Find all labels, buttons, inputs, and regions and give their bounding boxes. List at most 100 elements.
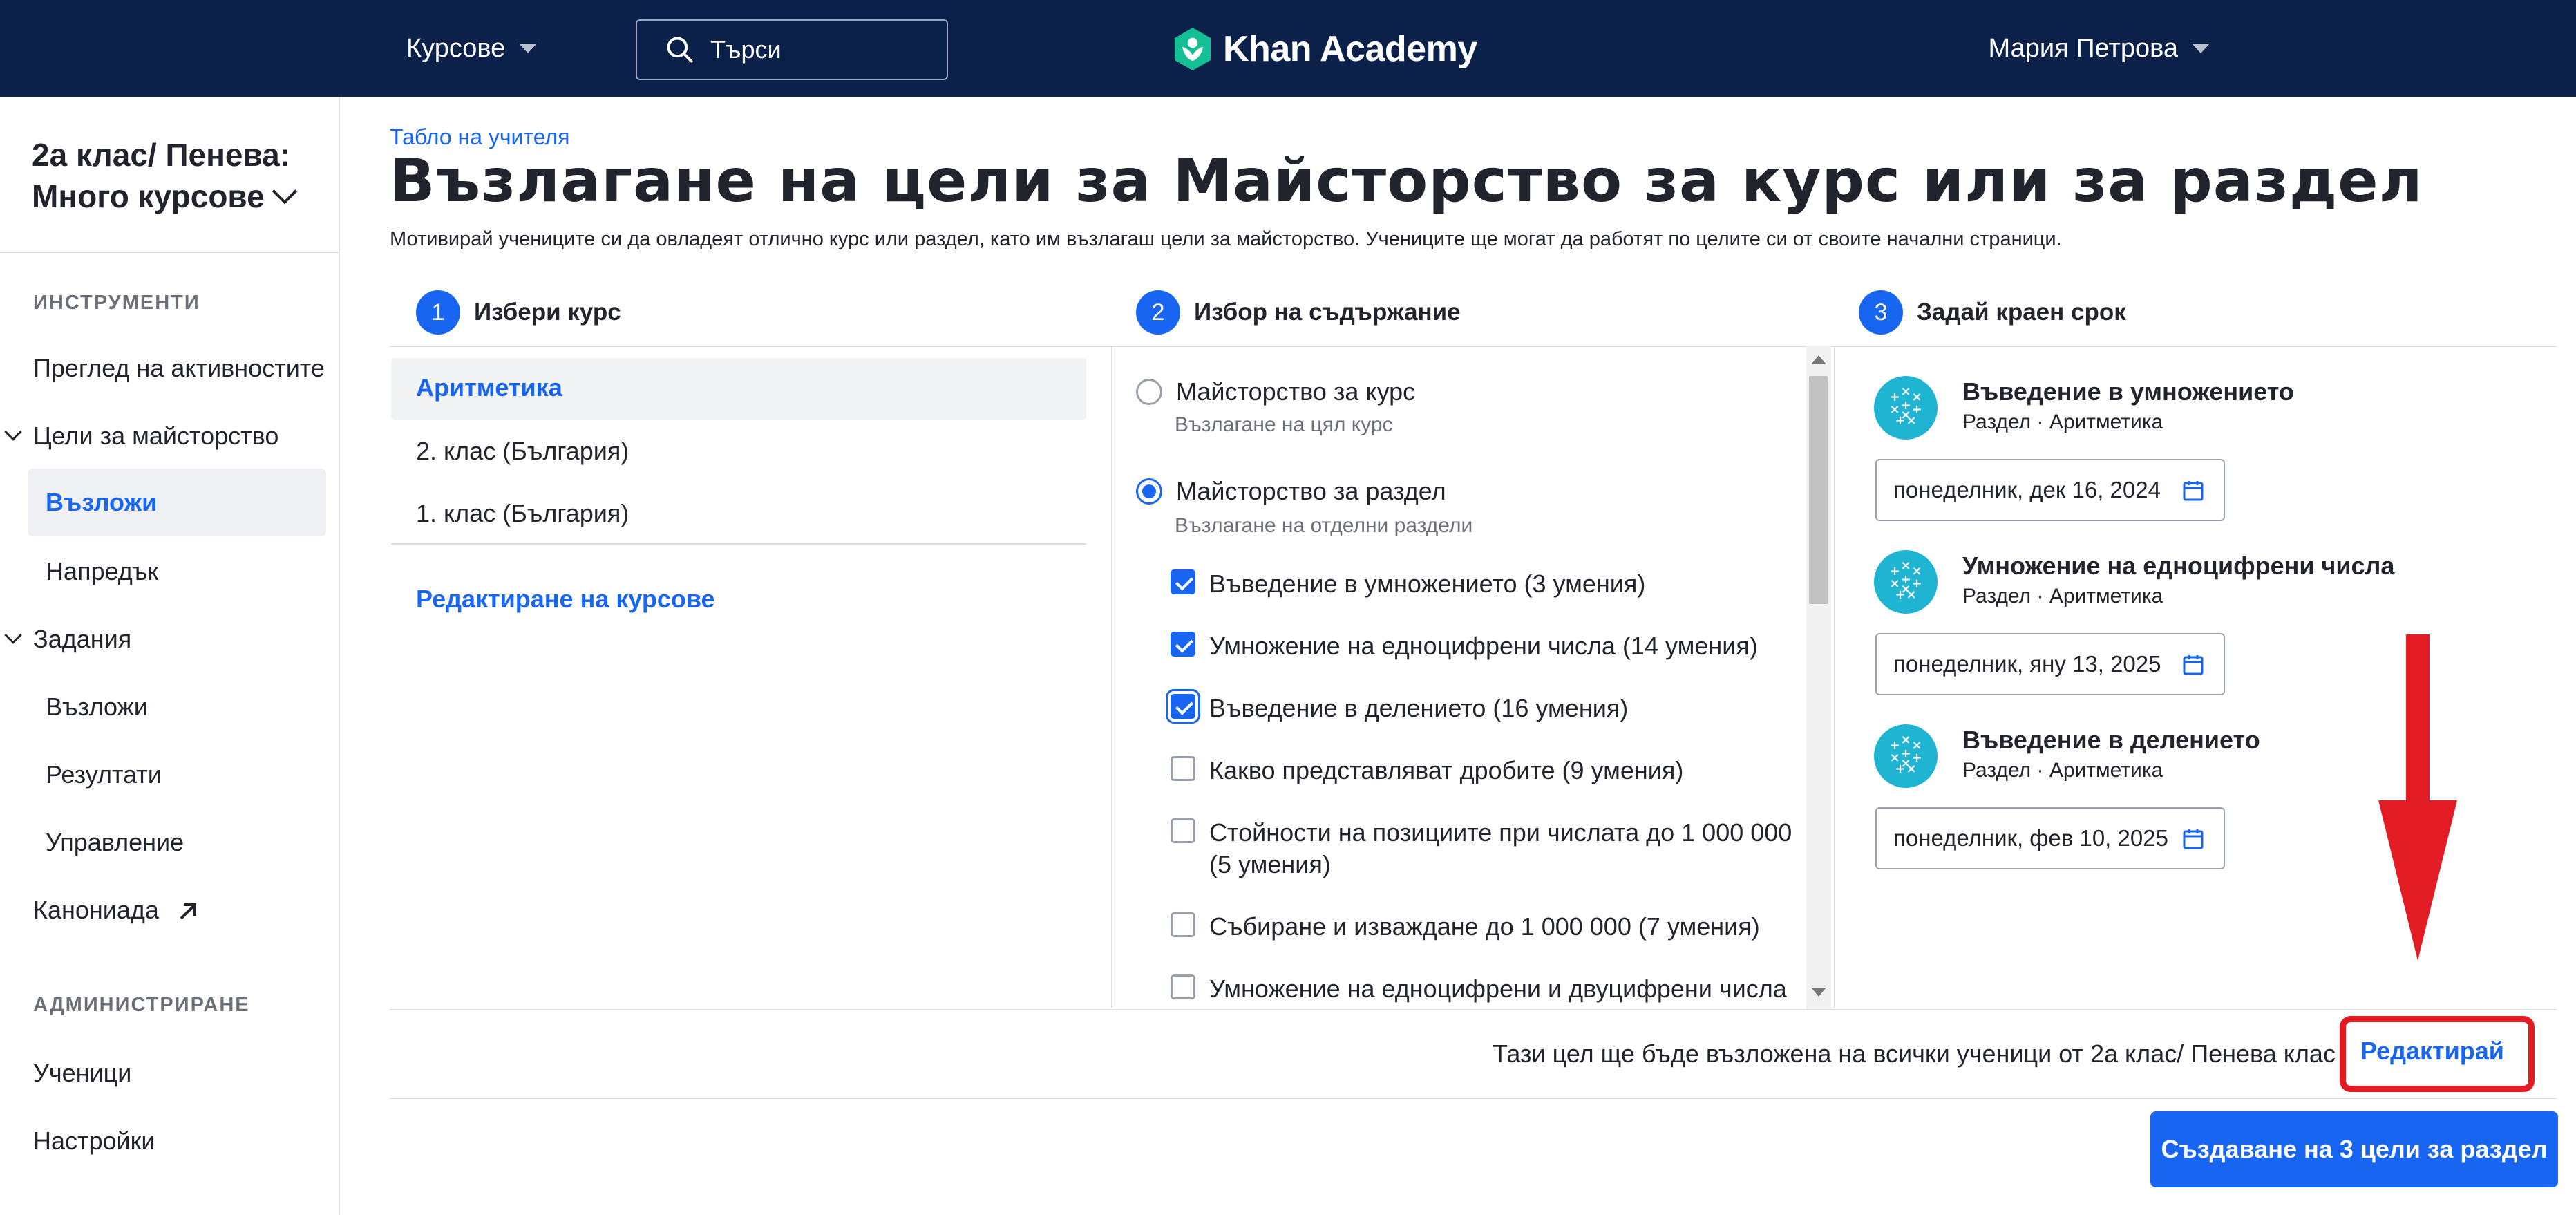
- calendar-icon: [2183, 655, 2204, 675]
- external-link-icon: [180, 903, 196, 920]
- search-placeholder: Търси: [710, 35, 782, 64]
- unit-checkbox-row[interactable]: Въведение в умножението (3 умения): [1171, 568, 1803, 600]
- unit-label: Стойности на позициите при числата до 1 …: [1209, 818, 1792, 878]
- checkbox[interactable]: [1171, 818, 1195, 843]
- page-title: Възлагане на цели за Майсторство за курс…: [390, 147, 2423, 216]
- unit-checkbox-row[interactable]: Какво представляват дробите (9 умения): [1171, 755, 1803, 787]
- goal-subtitle: Раздел · Аритметика: [1962, 759, 2163, 782]
- calendar-icon: [2183, 829, 2204, 849]
- step-3-header: 3 Задай краен срок: [1859, 290, 2126, 335]
- sidebar-group-mastery-goals[interactable]: Цели за майсторство: [4, 422, 279, 451]
- radio-unit-mastery[interactable]: Майсторство за раздел: [1136, 477, 1446, 506]
- sidebar-item-assignments-assign[interactable]: Възложи: [46, 693, 148, 722]
- course-option-grade1[interactable]: 1. клас (България): [416, 499, 629, 528]
- due-date-value: понеделник, фев 10, 2025: [1893, 825, 2168, 851]
- unit-checkbox-row[interactable]: Събиране и изваждане до 1 000 000 (7 уме…: [1171, 911, 1803, 943]
- chevron-down-icon: [272, 178, 298, 205]
- sidebar-item-students[interactable]: Ученици: [33, 1059, 131, 1088]
- step-number: 3: [1859, 290, 1903, 335]
- unit-label: Събиране и изваждане до 1 000 000 (7 уме…: [1209, 912, 1760, 941]
- sidebar-item-assignments-results[interactable]: Резултати: [46, 760, 162, 789]
- svg-text:×: ×: [1900, 558, 1911, 573]
- unit-checkbox-row[interactable]: Умножение на едноцифрени и двуцифрени чи…: [1171, 973, 1803, 1009]
- red-arrow-annotation-icon: [2378, 634, 2457, 961]
- step-label: Избор на съдържание: [1194, 299, 1461, 326]
- column-divider: [1111, 346, 1112, 1008]
- sidebar: 2а клас/ Пенева: Много курсове ИНСТРУМЕН…: [0, 97, 340, 1215]
- sidebar-group-assignments[interactable]: Задания: [4, 625, 132, 654]
- sidebar-item-mastery-assign[interactable]: Възложи: [46, 488, 157, 517]
- search-icon: [667, 37, 693, 63]
- radio-button[interactable]: [1136, 379, 1162, 405]
- goal-title: Умножение на едноцифрени числа: [1962, 552, 2395, 580]
- due-date-value: понеделник, яну 13, 2025: [1893, 651, 2161, 677]
- goal-subtitle: Раздел · Аритметика: [1962, 411, 2163, 433]
- search-input[interactable]: Търси: [636, 19, 948, 80]
- create-goals-button[interactable]: Създаване на 3 цели за раздел: [2150, 1111, 2558, 1187]
- checkbox[interactable]: [1171, 569, 1195, 594]
- unit-checkbox-row[interactable]: Стойности на позициите при числата до 1 …: [1171, 817, 1803, 880]
- goal-title: Въведение в умножението: [1962, 377, 2294, 406]
- step-label: Задай краен срок: [1917, 299, 2126, 326]
- sidebar-item-activity-overview[interactable]: Преглед на активностите: [33, 354, 325, 383]
- radio-button[interactable]: [1136, 478, 1162, 505]
- sidebar-group-label: Цели за майсторство: [33, 422, 279, 450]
- radio-label: Майсторство за раздел: [1176, 477, 1446, 505]
- chevron-down-icon: [4, 626, 22, 644]
- user-menu-button[interactable]: Мария Петрова: [1989, 30, 2210, 66]
- step-1-header: 1 Избери курс: [416, 290, 621, 335]
- sidebar-item-mastery-progress[interactable]: Напредък: [46, 557, 158, 586]
- class-switcher[interactable]: 2а клас/ Пенева: Много курсове: [32, 134, 322, 217]
- caret-down-icon: [519, 44, 538, 53]
- chevron-down-icon: [4, 423, 22, 441]
- courses-menu-label: Курсове: [406, 33, 506, 63]
- due-date-picker[interactable]: понеделник, дек 16, 2024: [1875, 459, 2225, 521]
- unit-label: Умножение на едноцифрени числа (14 умени…: [1209, 632, 1758, 660]
- sidebar-group-label: Задания: [33, 625, 132, 653]
- unit-label: Въведение в умножението (3 умения): [1209, 569, 1646, 598]
- checkbox[interactable]: [1171, 632, 1195, 657]
- multiplication-unit-icon: + × × × + + + × ×: [1874, 376, 1938, 440]
- step-label: Избери курс: [474, 299, 621, 326]
- step-2-header: 2 Избор на съдържание: [1136, 290, 1461, 335]
- top-navbar: Курсове Търси Khan Academy Мария Петрова: [0, 0, 2576, 97]
- sidebar-item-settings[interactable]: Настройки: [33, 1127, 155, 1156]
- khan-academy-logo[interactable]: Khan Academy: [1173, 26, 1477, 72]
- scroll-down-arrow-icon[interactable]: [1812, 988, 1826, 997]
- sidebar-item-canonical[interactable]: Канониада: [33, 896, 199, 925]
- course-option-arithmetic[interactable]: Аритметика: [416, 373, 562, 402]
- course-option-grade2[interactable]: 2. клас (България): [416, 437, 629, 466]
- svg-text:×: ×: [1900, 582, 1911, 596]
- checkbox[interactable]: [1171, 974, 1195, 999]
- edit-recipients-link[interactable]: Редактирай: [2360, 1037, 2504, 1066]
- radio-label: Майсторство за курс: [1176, 377, 1416, 406]
- steps-divider: [390, 346, 2557, 347]
- due-date-picker[interactable]: понеделник, фев 10, 2025: [1875, 807, 2225, 869]
- courses-menu-button[interactable]: Курсове: [406, 30, 538, 66]
- checkbox[interactable]: [1171, 756, 1195, 781]
- scrollbar-thumb[interactable]: [1809, 376, 1828, 604]
- unit-checkbox-row[interactable]: Умножение на едноцифрени числа (14 умени…: [1171, 630, 1803, 662]
- admin-heading: АДМИНИСТРИРАНЕ: [33, 994, 250, 1016]
- scroll-up-arrow-icon[interactable]: [1812, 355, 1826, 364]
- checkbox[interactable]: [1171, 694, 1195, 719]
- checkbox[interactable]: [1171, 912, 1195, 937]
- radio-course-mastery[interactable]: Майсторство за курс: [1136, 377, 1415, 406]
- step-number: 1: [416, 290, 460, 335]
- due-date-picker[interactable]: понеделник, яну 13, 2025: [1875, 633, 2225, 695]
- class-name-line1: 2а клас/ Пенева:: [32, 137, 291, 173]
- logo-text: Khan Academy: [1223, 29, 1477, 69]
- radio-sublabel: Възлагане на отделни раздели: [1175, 514, 1473, 537]
- due-date-value: понеделник, дек 16, 2024: [1893, 477, 2161, 502]
- column-divider: [1834, 346, 1835, 1008]
- unit-checkbox-row[interactable]: Въведение в делението (16 умения): [1171, 693, 1803, 724]
- sidebar-item-assignments-manage[interactable]: Управление: [46, 828, 184, 857]
- course-list-divider: [391, 543, 1086, 545]
- calendar-icon: [2183, 481, 2204, 501]
- footer-divider: [390, 1098, 2557, 1099]
- edit-courses-link[interactable]: Редактиране на курсове: [416, 585, 715, 614]
- khan-academy-logo-icon: [1175, 28, 1211, 70]
- svg-text:×: ×: [1900, 384, 1911, 399]
- svg-text:×: ×: [1900, 733, 1911, 747]
- unit-label: Умножение на едноцифрени и двуцифрени чи…: [1209, 974, 1787, 1003]
